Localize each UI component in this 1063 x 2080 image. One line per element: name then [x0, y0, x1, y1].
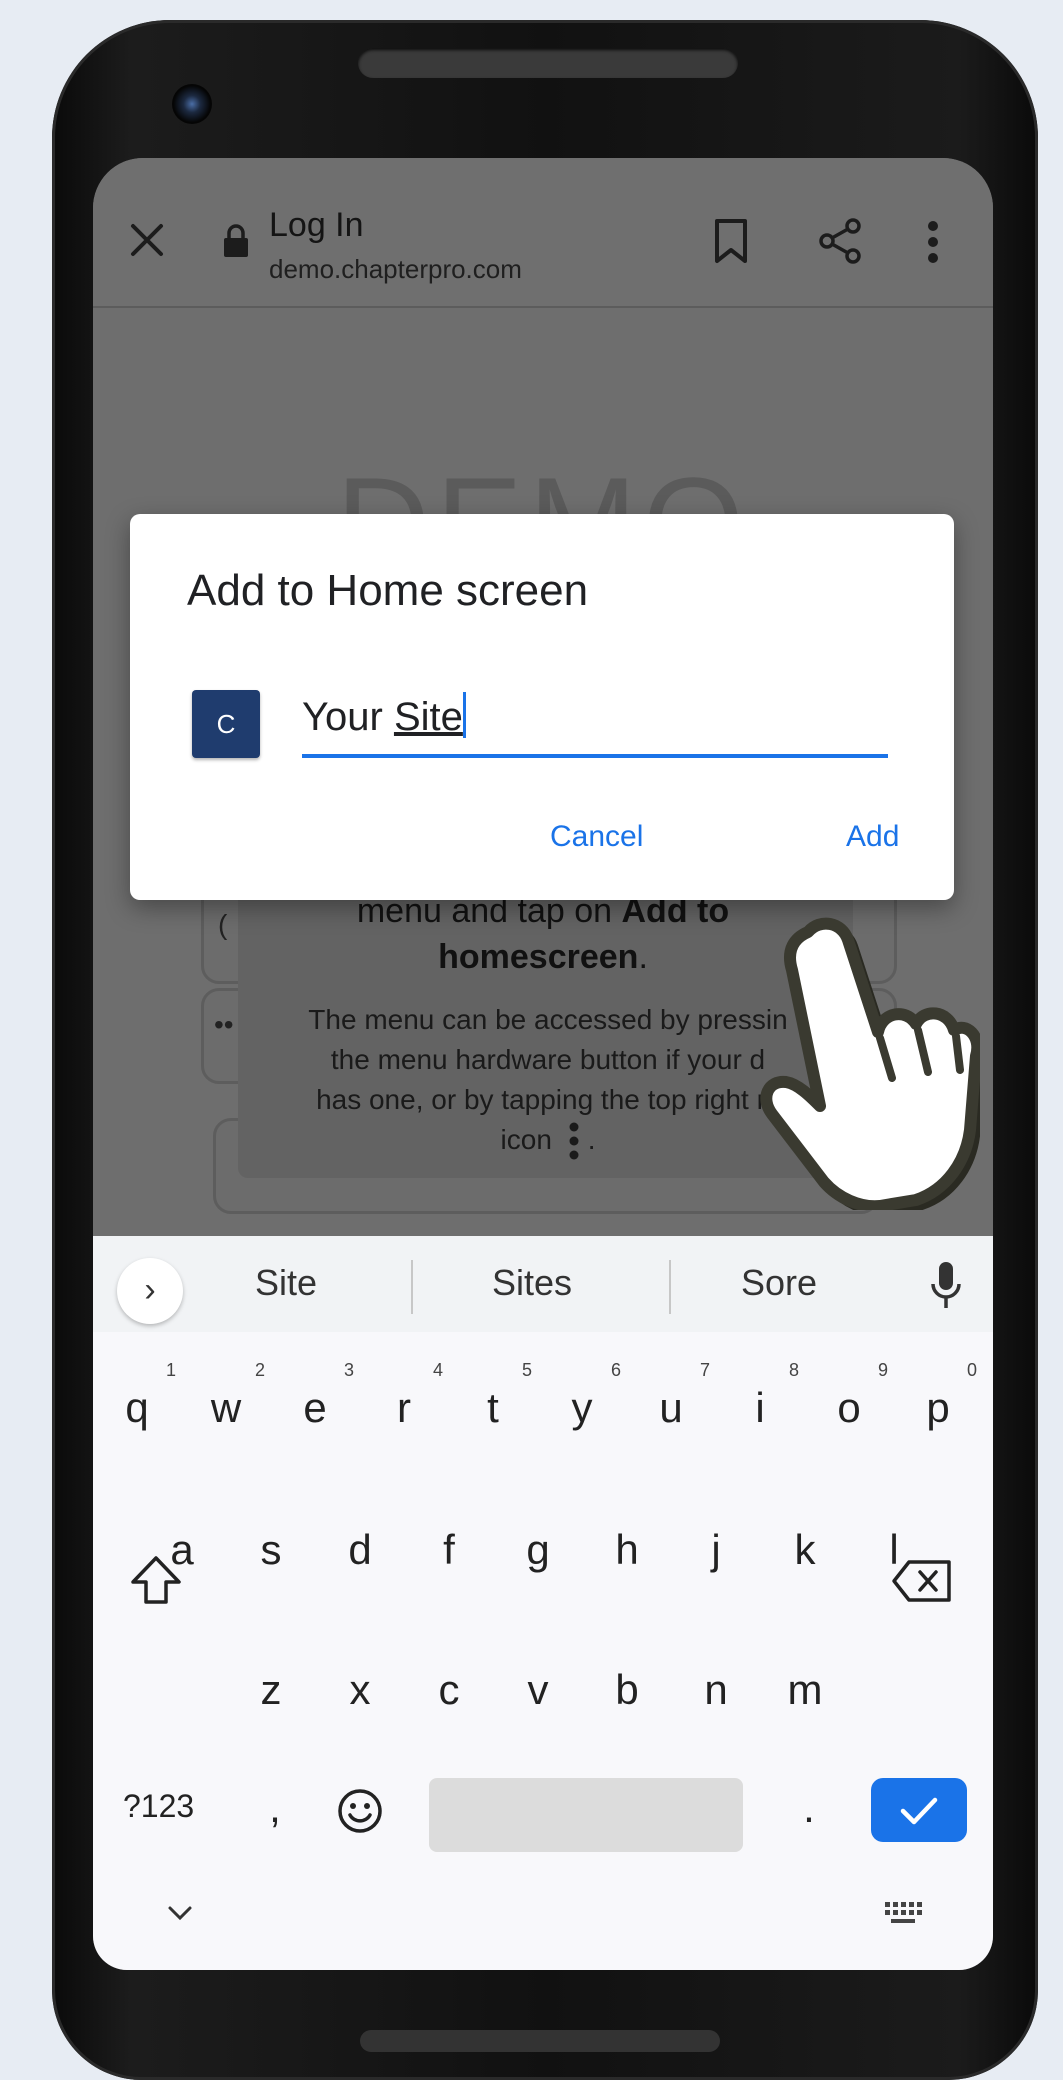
key-h[interactable]: h: [597, 1526, 657, 1574]
key-v[interactable]: v: [508, 1666, 568, 1714]
shortcut-name-input[interactable]: [302, 682, 888, 758]
key-hint: 7: [699, 1360, 710, 1380]
key-m[interactable]: m: [775, 1666, 835, 1714]
key-g[interactable]: g: [508, 1526, 568, 1574]
keyboard-icon[interactable]: [883, 1900, 923, 1926]
background-field-mark: ••: [214, 1009, 234, 1040]
page-url: demo.chapterpro.com: [269, 254, 522, 284]
key-p[interactable]: p: [908, 1384, 968, 1432]
key-q[interactable]: q: [107, 1384, 167, 1432]
page-title: Log In: [269, 206, 364, 244]
checkmark-icon: [900, 1797, 938, 1825]
background-field-mark: (: [218, 909, 228, 940]
suggestion-item[interactable]: Sore: [679, 1262, 879, 1304]
emoji-icon[interactable]: [337, 1788, 383, 1834]
bottom-speaker: [360, 2030, 720, 2052]
key-e[interactable]: e: [285, 1384, 345, 1432]
more-vert-icon[interactable]: [927, 220, 939, 264]
key-d[interactable]: d: [330, 1526, 390, 1574]
key-hint: 9: [877, 1360, 888, 1380]
key-x[interactable]: x: [330, 1666, 390, 1714]
key-hint: 3: [343, 1360, 354, 1380]
key-s[interactable]: s: [241, 1526, 301, 1574]
key-b[interactable]: b: [597, 1666, 657, 1714]
symbols-key[interactable]: ?123: [123, 1788, 194, 1825]
earpiece-speaker: [358, 48, 738, 78]
suggestion-divider: [411, 1260, 413, 1314]
add-button[interactable]: Add: [846, 820, 899, 854]
dialog-title: Add to Home screen: [187, 566, 589, 615]
enter-key[interactable]: [871, 1778, 967, 1842]
comma-key[interactable]: ,: [245, 1784, 305, 1832]
key-hint: 1: [165, 1360, 176, 1380]
shift-icon[interactable]: [129, 1554, 183, 1606]
pointing-hand-icon: [760, 917, 980, 1210]
key-hint: 2: [254, 1360, 265, 1380]
share-icon[interactable]: [817, 218, 863, 264]
key-t[interactable]: t: [463, 1384, 523, 1432]
key-u[interactable]: u: [641, 1384, 701, 1432]
mic-icon[interactable]: [929, 1260, 963, 1312]
chevron-down-icon[interactable]: [167, 1904, 193, 1922]
key-c[interactable]: c: [419, 1666, 479, 1714]
chevron-right-icon[interactable]: ›: [117, 1258, 183, 1324]
add-to-home-dialog: Add to Home screen C Your Site Cancel Ad…: [130, 514, 954, 900]
period-key[interactable]: .: [779, 1784, 839, 1832]
key-hint: 6: [610, 1360, 621, 1380]
key-f[interactable]: f: [419, 1526, 479, 1574]
suggestion-divider: [669, 1260, 671, 1314]
key-w[interactable]: w: [196, 1384, 256, 1432]
suggestion-bar: › Site Sites Sore: [93, 1236, 993, 1332]
key-o[interactable]: o: [819, 1384, 879, 1432]
browser-toolbar: Log In demo.chapterpro.com: [93, 158, 993, 308]
key-hint: 5: [521, 1360, 532, 1380]
cancel-button[interactable]: Cancel: [550, 820, 643, 854]
key-j[interactable]: j: [686, 1526, 746, 1574]
backspace-icon[interactable]: [891, 1558, 953, 1604]
front-camera-icon: [172, 84, 212, 124]
space-key[interactable]: [429, 1778, 743, 1852]
key-z[interactable]: z: [241, 1666, 301, 1714]
close-icon[interactable]: [127, 220, 167, 260]
lock-icon: [224, 224, 248, 257]
suggestion-item[interactable]: Sites: [432, 1262, 632, 1304]
key-k[interactable]: k: [775, 1526, 835, 1574]
key-n[interactable]: n: [686, 1666, 746, 1714]
key-r[interactable]: r: [374, 1384, 434, 1432]
suggestion-item[interactable]: Site: [186, 1262, 386, 1304]
app-icon: C: [192, 690, 260, 758]
more-vert-icon: [569, 1122, 579, 1160]
key-hint: 4: [432, 1360, 443, 1380]
key-hint: 0: [966, 1360, 977, 1380]
soft-keyboard: › Site Sites Sore q1w2e3r4t5y6u7i8o9p0 a…: [93, 1236, 993, 1970]
bookmark-icon[interactable]: [711, 218, 751, 264]
key-y[interactable]: y: [552, 1384, 612, 1432]
key-hint: 8: [788, 1360, 799, 1380]
key-i[interactable]: i: [730, 1384, 790, 1432]
